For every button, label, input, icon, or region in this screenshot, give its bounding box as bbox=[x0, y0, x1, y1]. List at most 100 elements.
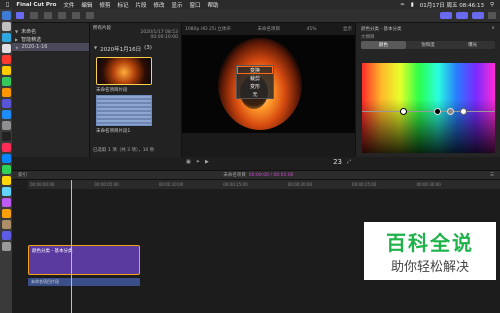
library-icon[interactable] bbox=[16, 12, 24, 19]
menu-app-name[interactable]: Final Cut Pro bbox=[16, 2, 56, 8]
timeline-toggle[interactable] bbox=[456, 12, 468, 19]
app-icon[interactable] bbox=[1, 143, 11, 152]
tab-saturation[interactable]: 饱和度 bbox=[406, 41, 451, 49]
disclosure-icon[interactable]: ▼ bbox=[94, 45, 97, 53]
titles-icon[interactable] bbox=[44, 12, 52, 19]
timeline-ruler[interactable]: 00:00:00:00 00:00:05:00 00:00:10:00 00:0… bbox=[28, 180, 500, 189]
apple-icon[interactable]:  bbox=[6, 2, 9, 8]
ruler-tick: 00:00:00:00 bbox=[30, 182, 55, 187]
watermark-subtitle: 助你轻松解决 bbox=[390, 260, 469, 275]
fullscreen-icon[interactable]: ⤢ bbox=[347, 159, 351, 165]
settings-icon[interactable] bbox=[1, 121, 11, 130]
timeline-header: 索引 未命名项目 00:00:00 / 00:01:00 ☰ bbox=[12, 170, 500, 180]
app-icon-2[interactable] bbox=[1, 154, 11, 163]
inspector-tabs: 颜色 饱和度 曝光 bbox=[361, 41, 495, 49]
launchpad-icon[interactable] bbox=[1, 22, 11, 31]
ruler-tick: 00:00:25:00 bbox=[352, 182, 377, 187]
inspector-subtitle[interactable]: 大纲目 bbox=[356, 34, 500, 41]
browser-toggle[interactable] bbox=[440, 12, 452, 19]
messages-icon[interactable] bbox=[1, 77, 11, 86]
date-group-label: 2020年1月16日 bbox=[100, 47, 142, 53]
menu-view[interactable]: 显示 bbox=[172, 1, 183, 9]
search-icon[interactable]: ⚲ bbox=[490, 2, 494, 8]
menu-modify[interactable]: 修改 bbox=[153, 1, 164, 9]
clip-thumbnail-2[interactable] bbox=[96, 95, 152, 126]
import-icon[interactable] bbox=[58, 12, 66, 19]
timeline-title: 未命名项目 00:00:00 / 00:01:00 bbox=[223, 172, 293, 178]
sidebar-item-event[interactable]: ★ 2020-1-16 bbox=[12, 43, 89, 51]
sidebar-item-library[interactable]: ▼ 未命名 bbox=[12, 27, 89, 35]
mail-icon[interactable] bbox=[1, 44, 11, 53]
handle-shadows[interactable] bbox=[434, 108, 441, 115]
color-board-midline bbox=[362, 111, 495, 112]
timeline-clip[interactable]: 颜色分类 - 基本分类 bbox=[28, 245, 140, 275]
menu-mark[interactable]: 标记 bbox=[117, 1, 128, 9]
calendar-icon[interactable] bbox=[1, 55, 11, 64]
menu-help[interactable]: 帮助 bbox=[208, 1, 219, 9]
inspector-close-icon[interactable]: × bbox=[491, 26, 495, 31]
menu-clock[interactable]: 01月17日 周五 08:46:13 bbox=[420, 1, 484, 9]
enhance-icon[interactable]: ✦ bbox=[196, 159, 200, 165]
app-icon-8[interactable] bbox=[1, 220, 11, 229]
menu-trim[interactable]: 修剪 bbox=[99, 1, 110, 9]
timeline-zoom-icon[interactable]: ☰ bbox=[490, 173, 494, 178]
color-board[interactable] bbox=[362, 63, 495, 153]
handle-midtones[interactable] bbox=[447, 108, 454, 115]
inspector-header: 颜色分类 - 基本分类 × bbox=[356, 23, 500, 34]
viewer-view-menu[interactable]: 显示 bbox=[343, 26, 352, 32]
clip-label-2: 未命名项目片段1 bbox=[96, 129, 131, 134]
handle-global[interactable] bbox=[400, 108, 407, 115]
background-tasks-icon[interactable] bbox=[86, 12, 94, 19]
handle-highlights[interactable] bbox=[460, 108, 467, 115]
share-icon[interactable] bbox=[488, 12, 496, 19]
menu-item-distort[interactable]: 变形 bbox=[237, 82, 273, 90]
sidebar-item-label: 智能精选 bbox=[21, 36, 42, 43]
play-icon[interactable]: ▶ bbox=[205, 159, 209, 165]
viewer-timecode: 23 bbox=[333, 158, 342, 166]
menu-file[interactable]: 文件 bbox=[63, 1, 74, 9]
viewer-header: 1080p HD 25i 立体声 未命名项目 45% 显示 bbox=[182, 23, 355, 35]
viewer-controls: ▣ ✦ ▶ 23 ⤢ bbox=[182, 156, 355, 168]
app-icon-5[interactable] bbox=[1, 187, 11, 196]
timeline-index-button[interactable]: 索引 bbox=[18, 172, 27, 178]
color-inspector: 颜色分类 - 基本分类 × 大纲目 颜色 饱和度 曝光 bbox=[355, 23, 500, 157]
menu-window[interactable]: 窗口 bbox=[190, 1, 201, 9]
crop-icon[interactable]: ▣ bbox=[186, 159, 191, 165]
music-icon[interactable] bbox=[1, 99, 11, 108]
app-icon-7[interactable] bbox=[1, 209, 11, 218]
finder-icon[interactable] bbox=[1, 11, 11, 20]
timeline-audio-clip[interactable]: 未命名项目片段 bbox=[28, 278, 140, 286]
clip-browser: 所有片段 2020/1/17 08:53 00:00:10:00 ▼ 2020年… bbox=[90, 23, 182, 157]
menu-edit[interactable]: 编辑 bbox=[81, 1, 92, 9]
app-icon-6[interactable] bbox=[1, 198, 11, 207]
app-icon-3[interactable] bbox=[1, 165, 11, 174]
battery-icon[interactable]: ▮ bbox=[411, 2, 414, 8]
viewer-zoom[interactable]: 45% bbox=[306, 27, 316, 32]
safari-icon[interactable] bbox=[1, 33, 11, 42]
notes-icon[interactable] bbox=[1, 66, 11, 75]
transform-menu: 变换 裁剪 变形 无 bbox=[236, 65, 274, 99]
keyword-icon[interactable] bbox=[72, 12, 80, 19]
tab-exposure[interactable]: 曝光 bbox=[450, 41, 495, 49]
clip-thumbnail[interactable] bbox=[96, 57, 152, 85]
app-icon-4[interactable] bbox=[1, 176, 11, 185]
trash-icon[interactable] bbox=[1, 242, 11, 251]
photos-audio-icon[interactable] bbox=[30, 12, 38, 19]
photos-icon[interactable] bbox=[1, 88, 11, 97]
disclosure-icon[interactable]: ▼ bbox=[15, 29, 18, 34]
appstore-icon[interactable] bbox=[1, 110, 11, 119]
menu-item-crop[interactable]: 裁剪 bbox=[237, 74, 273, 82]
sidebar-item-smart[interactable]: ▶ 智能精选 bbox=[12, 35, 89, 43]
finalcut-icon[interactable] bbox=[1, 132, 11, 141]
menu-item-transform[interactable]: 变换 bbox=[237, 66, 273, 74]
playhead[interactable] bbox=[71, 180, 72, 313]
date-group-header[interactable]: ▼ 2020年1月16日 (3) bbox=[90, 41, 181, 55]
inspector-toggle[interactable] bbox=[472, 12, 484, 19]
tab-color[interactable]: 颜色 bbox=[361, 41, 406, 49]
fcp-toolbar bbox=[12, 9, 500, 23]
app-icon-9[interactable] bbox=[1, 231, 11, 240]
menu-item-none[interactable]: 无 bbox=[237, 90, 273, 98]
disclosure-icon[interactable]: ▶ bbox=[15, 37, 18, 42]
wifi-icon[interactable]: ≈ bbox=[400, 2, 405, 8]
menu-clip[interactable]: 片段 bbox=[135, 1, 146, 9]
